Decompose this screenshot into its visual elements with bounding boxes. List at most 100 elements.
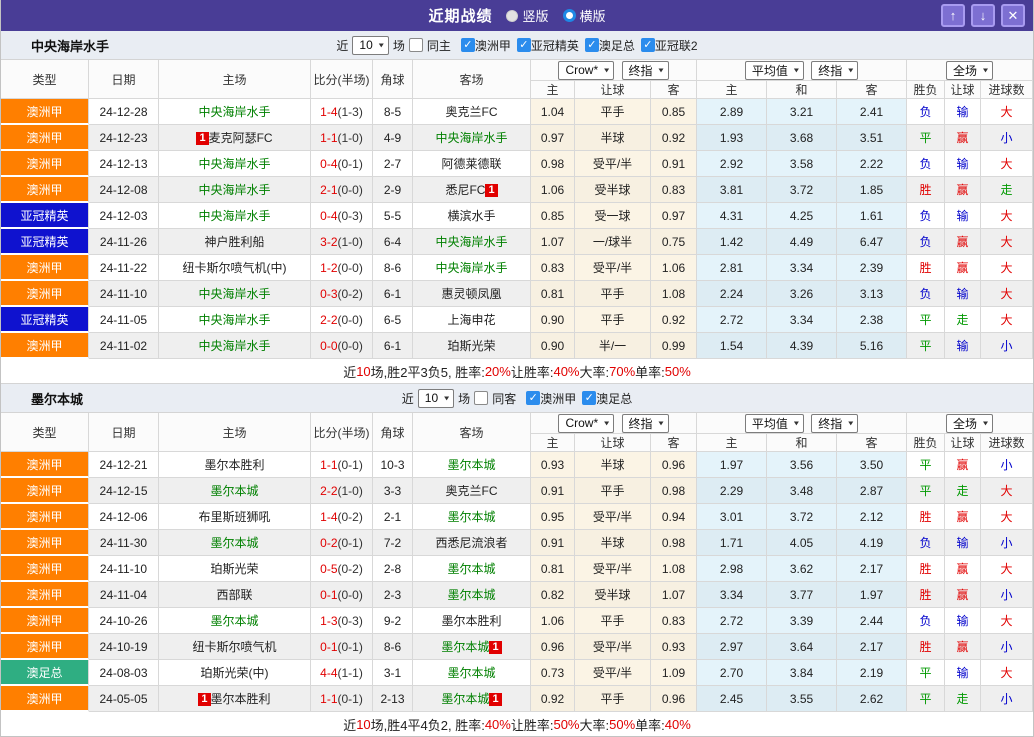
team-label: 中央海岸水手 xyxy=(198,339,271,353)
avg-home-odds: 1.42 xyxy=(697,229,768,255)
close-button[interactable]: ✕ xyxy=(1001,4,1025,27)
bookmaker-select[interactable]: Crow* ▾ xyxy=(558,60,615,80)
home-team-cell: 中央海岸水手 xyxy=(159,307,311,333)
halftime-score: (0-0) xyxy=(337,587,363,602)
avg-draw-odds: 3.72 xyxy=(767,504,838,530)
view-option-vertical[interactable]: 竖版 xyxy=(506,6,549,25)
team-label: 中央海岸水手 xyxy=(198,313,271,327)
score-cell: 2-2(0-0) xyxy=(311,307,373,333)
away-odds: 0.92 xyxy=(651,307,698,333)
league-checkbox[interactable] xyxy=(526,391,541,405)
team-label: 西部联 xyxy=(216,588,253,602)
home-odds: 0.95 xyxy=(531,504,575,530)
match-date: 24-12-21 xyxy=(89,452,159,478)
league-checkbox-label: 亚冠联2 xyxy=(654,38,698,53)
same-venue-checkbox[interactable] xyxy=(474,391,489,405)
sub-header: 主 xyxy=(531,434,575,452)
avg-away-odds: 6.47 xyxy=(837,229,908,255)
sub-header: 主 xyxy=(697,81,768,99)
score-cell: 0-2(0-1) xyxy=(311,530,373,556)
move-up-button[interactable]: ↑ xyxy=(941,4,965,27)
fulltime-select[interactable]: 全场 ▾ xyxy=(946,60,994,80)
team-label: 上海申花 xyxy=(447,313,496,327)
final-odds-select-2[interactable]: 终指 ▾ xyxy=(811,60,859,80)
odds-source-header: Crow* ▾ 终指 ▾ xyxy=(531,60,698,81)
away-odds: 1.08 xyxy=(651,556,698,582)
sub-header: 和 xyxy=(767,434,838,452)
score-cell: 0-4(0-1) xyxy=(311,151,373,177)
summary-value: 40% xyxy=(484,716,511,732)
result-handicap: 赢 xyxy=(945,255,982,281)
handicap-line: 受一球 xyxy=(575,203,651,229)
league-checkbox-label: 亚冠精英 xyxy=(530,38,579,53)
home-team-cell: 1 墨尔本胜利 xyxy=(159,686,311,712)
sub-header: 让球 xyxy=(575,81,651,99)
match-date: 24-12-15 xyxy=(89,478,159,504)
move-down-button[interactable]: ↓ xyxy=(971,4,995,27)
final-odds-select-1[interactable]: 终指 ▾ xyxy=(621,413,669,433)
sub-header: 主 xyxy=(697,434,768,452)
final-odds-select-2[interactable]: 终指 ▾ xyxy=(811,413,859,433)
score-cell: 2-1(0-0) xyxy=(311,177,373,203)
avg-away-odds: 2.38 xyxy=(837,307,908,333)
result-overunder: 大 xyxy=(981,281,1033,307)
score-cell: 0-4(0-3) xyxy=(311,203,373,229)
result-overunder: 大 xyxy=(981,151,1033,177)
recent-count-select[interactable]: 10 ▾ xyxy=(352,35,389,55)
result-wdl: 平 xyxy=(907,660,946,686)
chevron-down-icon: ▾ xyxy=(793,65,799,75)
avg-draw-odds: 3.26 xyxy=(767,281,838,307)
fulltime-score: 0-0 xyxy=(320,338,338,353)
team-label: 中央海岸水手 xyxy=(198,209,271,223)
radio-icon-horizontal[interactable] xyxy=(562,9,576,22)
team-label: 悉尼FC xyxy=(445,183,486,197)
league-checkbox[interactable] xyxy=(582,391,597,405)
away-team-cell: 横滨水手 xyxy=(413,203,531,229)
summary-value: 50% xyxy=(553,716,580,732)
view-option-horizontal[interactable]: 横版 xyxy=(562,6,606,25)
match-row: 澳洲甲 24-12-08 中央海岸水手 2-1(0-0) 2-9 悉尼FC 1 1.06 受半球… xyxy=(1,177,1033,203)
avg-draw-odds: 3.48 xyxy=(767,478,838,504)
home-odds: 0.83 xyxy=(531,255,575,281)
final-odds-select-1[interactable]: 终指 ▾ xyxy=(621,60,669,80)
result-wdl: 平 xyxy=(907,452,946,478)
result-handicap: 输 xyxy=(945,203,982,229)
home-odds: 0.73 xyxy=(531,660,575,686)
away-odds: 0.85 xyxy=(651,99,698,125)
sub-header: 让球 xyxy=(575,434,651,452)
away-team-cell: 悉尼FC 1 xyxy=(413,177,531,203)
score-cell: 4-4(1-1) xyxy=(311,660,373,686)
radio-icon-vertical[interactable] xyxy=(506,9,519,22)
league-checkbox[interactable] xyxy=(516,38,531,52)
average-odds-header: 平均值 ▾ 终指 ▾ xyxy=(697,60,908,81)
halftime-score: (0-3) xyxy=(337,208,363,223)
home-odds: 0.91 xyxy=(531,530,575,556)
home-odds: 1.07 xyxy=(531,229,575,255)
result-wdl: 胜 xyxy=(907,556,946,582)
home-odds: 1.04 xyxy=(531,99,575,125)
league-filter: 亚冠精英 xyxy=(516,37,579,54)
team-section: 中央海岸水手 近 10▾ 场 同主 澳洲甲亚冠精英澳足总亚冠联2 类型 日期 主 xyxy=(1,31,1033,384)
match-row: 澳洲甲 24-12-28 中央海岸水手 1-4(1-3) 8-5 奥克兰FC 1.04 平手 0… xyxy=(1,99,1033,125)
chevron-down-icon: ▾ xyxy=(658,65,664,75)
avg-home-odds: 2.72 xyxy=(697,307,768,333)
sub-header: 让球 xyxy=(945,81,982,99)
sub-header: 胜负 xyxy=(907,81,946,99)
match-date: 24-10-26 xyxy=(89,608,159,634)
recent-count-select[interactable]: 10 ▾ xyxy=(417,388,455,408)
average-select[interactable]: 平均值 ▾ xyxy=(744,60,804,80)
same-venue-checkbox[interactable] xyxy=(408,38,423,52)
league-checkbox[interactable] xyxy=(460,38,475,52)
avg-draw-odds: 3.58 xyxy=(767,151,838,177)
home-odds: 0.90 xyxy=(531,307,575,333)
league-checkbox[interactable] xyxy=(640,38,655,52)
summary-value: 70% xyxy=(609,363,636,379)
halftime-score: (1-0) xyxy=(337,483,363,498)
sub-header: 和 xyxy=(767,81,838,99)
average-select[interactable]: 平均值 ▾ xyxy=(744,413,804,433)
fulltime-select[interactable]: 全场 ▾ xyxy=(946,413,994,433)
league-checkbox[interactable] xyxy=(584,38,599,52)
handicap-line: 受平/半 xyxy=(575,556,651,582)
record-summary: 近 10 场,胜4平4负2, 胜率: 40% 让胜率: 50% 大率: 50% 单率: 40… xyxy=(1,712,1033,736)
bookmaker-select[interactable]: Crow* ▾ xyxy=(558,413,615,433)
